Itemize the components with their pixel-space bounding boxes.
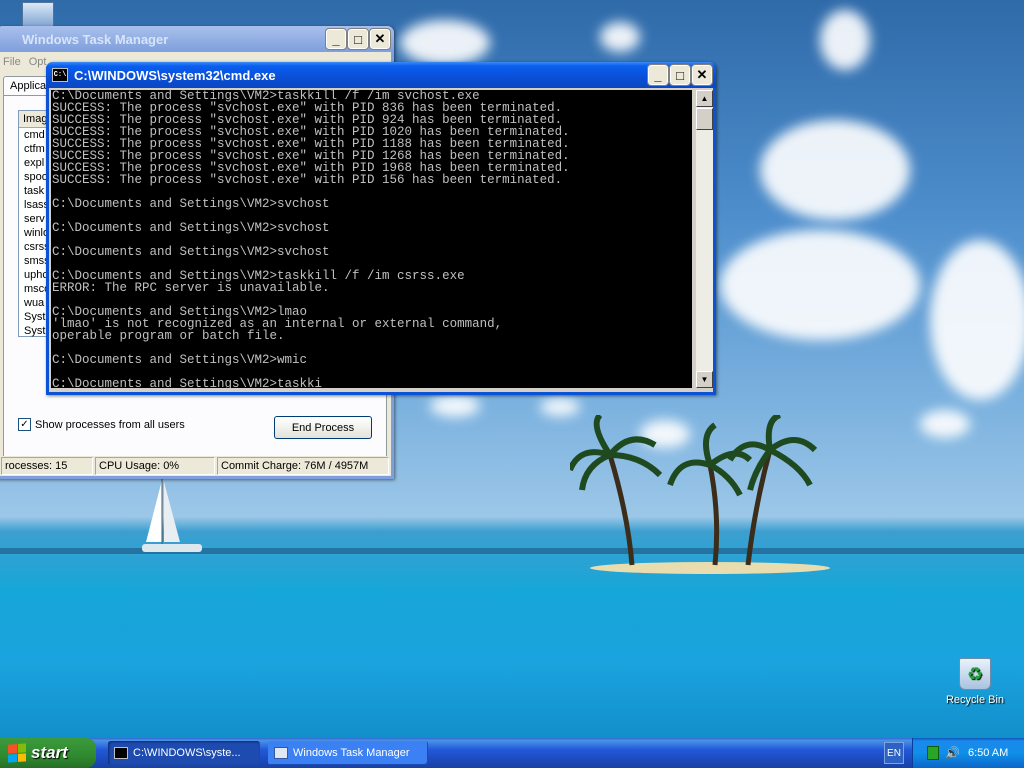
system-tray: 🔊 6:50 AM [912, 738, 1024, 768]
cloud [720, 230, 920, 340]
sailboat [142, 478, 202, 552]
console-output[interactable]: C:\Documents and Settings\VM2>taskkill /… [51, 90, 692, 388]
minimize-button[interactable]: _ [647, 64, 669, 86]
console-line: C:\Documents and Settings\VM2>wmic [52, 353, 308, 367]
windows-flag-icon [8, 743, 26, 763]
recycle-bin-label: Recycle Bin [945, 694, 1005, 706]
console-line: C:\Documents and Settings\VM2>svchost [52, 221, 330, 235]
status-bar: rocesses: 15 CPU Usage: 0% Commit Charge… [0, 456, 391, 476]
status-processes: rocesses: 15 [1, 457, 93, 475]
cloud [540, 398, 580, 416]
console-line: ERROR: The RPC server is unavailable. [52, 281, 330, 295]
task-manager-icon [274, 747, 288, 759]
show-all-checkbox[interactable]: ✓ [18, 418, 31, 431]
taskbar: start C:\WINDOWS\syste... Windows Task M… [0, 738, 1024, 768]
menu-options[interactable]: Opt [29, 56, 47, 68]
cmd-icon [114, 747, 128, 759]
taskbar-button-task-manager[interactable]: Windows Task Manager [268, 741, 428, 765]
console-line: C:\Documents and Settings\VM2>svchost [52, 197, 330, 211]
taskbar-button-cmd[interactable]: C:\WINDOWS\syste... [108, 741, 260, 765]
recycle-bin-icon: ♻ [959, 658, 991, 690]
cmd-titlebar[interactable]: C:\ C:\WINDOWS\system32\cmd.exe _ □ ✕ [46, 62, 716, 88]
status-commit-charge: Commit Charge: 76M / 4957M [217, 457, 389, 475]
cloud [760, 120, 910, 220]
console-line: operable program or batch file. [52, 329, 285, 343]
end-process-button[interactable]: End Process [274, 416, 372, 439]
status-cpu-usage: CPU Usage: 0% [95, 457, 215, 475]
console-line: C:\Documents and Settings\VM2>taskki [52, 377, 323, 388]
console-line: C:\Documents and Settings\VM2>svchost [52, 245, 330, 259]
network-icon[interactable] [927, 746, 939, 760]
start-button[interactable]: start [0, 738, 96, 768]
task-manager-titlebar[interactable]: Windows Task Manager _ □ ✕ [0, 26, 394, 52]
scroll-down-arrow[interactable]: ▼ [696, 371, 713, 388]
cloud [430, 395, 480, 417]
cloud [400, 20, 490, 65]
cloud [820, 10, 870, 70]
cmd-icon: C:\ [52, 68, 68, 82]
show-all-label: Show processes from all users [35, 418, 185, 431]
window-title: C:\WINDOWS\system32\cmd.exe [74, 67, 276, 83]
window-title: Windows Task Manager [22, 31, 169, 47]
minimize-button[interactable]: _ [325, 28, 347, 50]
show-all-processes-option[interactable]: ✓ Show processes from all users [18, 418, 185, 431]
close-button[interactable]: ✕ [691, 64, 713, 86]
cloud [600, 22, 640, 52]
maximize-button[interactable]: □ [347, 28, 369, 50]
vertical-scrollbar[interactable]: ▲ ▼ [696, 90, 713, 388]
menu-file[interactable]: File [3, 56, 21, 68]
maximize-button[interactable]: □ [669, 64, 691, 86]
recycle-bin[interactable]: ♻ Recycle Bin [944, 658, 1006, 706]
scroll-thumb[interactable] [696, 108, 713, 130]
taskbar-button-label: Windows Task Manager [293, 747, 410, 759]
console-line: SUCCESS: The process "svchost.exe" with … [52, 173, 563, 187]
start-label: start [31, 743, 68, 762]
language-indicator[interactable]: EN [884, 742, 904, 764]
palm-trees [570, 415, 818, 566]
cloud [920, 410, 970, 438]
taskbar-button-label: C:\WINDOWS\syste... [133, 747, 241, 759]
volume-icon[interactable]: 🔊 [945, 746, 960, 760]
my-computer-icon[interactable] [22, 2, 54, 28]
cloud [930, 240, 1024, 400]
computer-icon [22, 2, 54, 28]
close-button[interactable]: ✕ [369, 28, 391, 50]
cmd-window[interactable]: C:\ C:\WINDOWS\system32\cmd.exe _ □ ✕ C:… [46, 62, 716, 395]
clock[interactable]: 6:50 AM [968, 747, 1008, 759]
scroll-up-arrow[interactable]: ▲ [696, 90, 713, 107]
